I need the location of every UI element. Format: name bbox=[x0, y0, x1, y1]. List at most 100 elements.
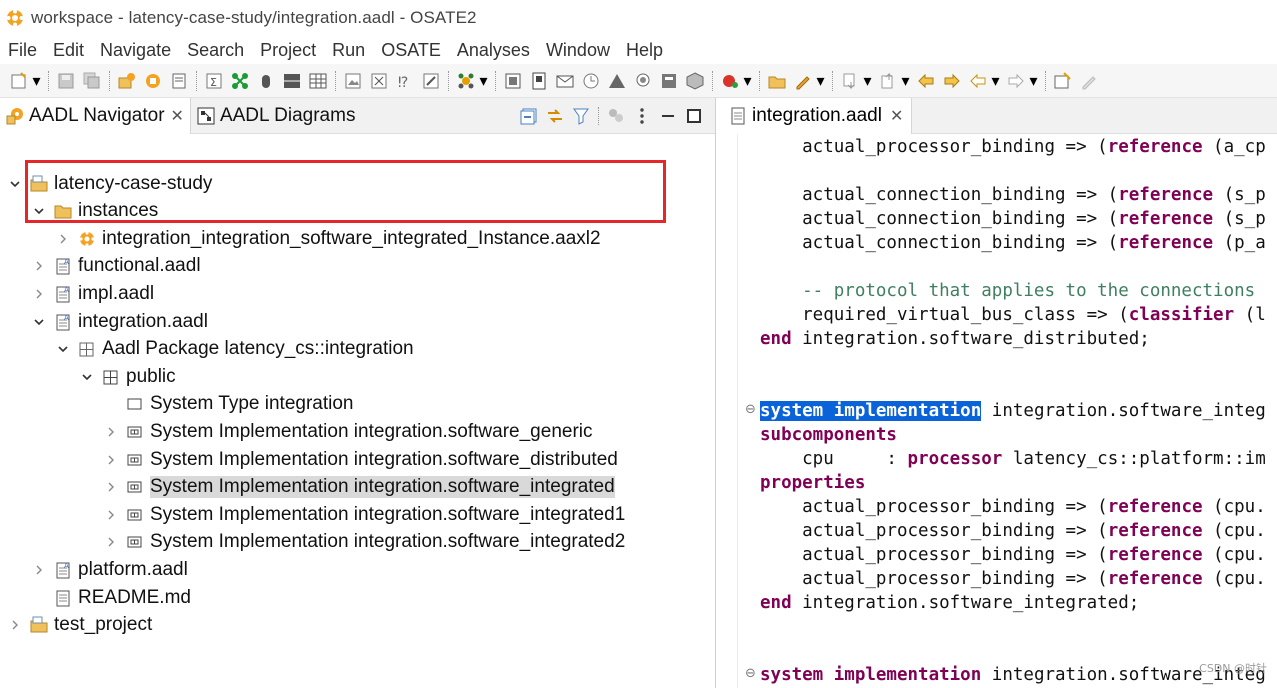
menu-run[interactable]: Run bbox=[324, 36, 373, 64]
menu-edit[interactable]: Edit bbox=[45, 36, 92, 64]
minimize-icon[interactable] bbox=[658, 106, 678, 126]
save-icon[interactable] bbox=[56, 71, 76, 91]
tab-aadl-navigator[interactable]: AADL Navigator ✕ bbox=[0, 97, 191, 134]
cylinder-icon[interactable] bbox=[256, 71, 276, 91]
pen-icon[interactable] bbox=[793, 71, 813, 91]
tree-item[interactable]: public bbox=[80, 363, 176, 390]
next-annotation-dropdown-icon[interactable]: ▾ bbox=[863, 71, 872, 91]
chevron-right-icon[interactable] bbox=[104, 453, 118, 467]
open-folder-icon[interactable] bbox=[767, 71, 787, 91]
cube-icon[interactable] bbox=[685, 71, 705, 91]
back-icon[interactable] bbox=[968, 71, 988, 91]
back-dropdown-icon[interactable]: ▾ bbox=[991, 71, 1000, 91]
chevron-right-icon[interactable] bbox=[32, 563, 46, 577]
menu-help[interactable]: Help bbox=[618, 36, 671, 64]
chevron-down-icon[interactable] bbox=[8, 177, 22, 191]
tree-item[interactable]: System Implementation integration.softwa… bbox=[104, 501, 625, 528]
menu-window[interactable]: Window bbox=[538, 36, 618, 64]
last-edit-forward-icon[interactable] bbox=[942, 71, 962, 91]
save-all-icon[interactable] bbox=[82, 71, 102, 91]
menu-navigate[interactable]: Navigate bbox=[92, 36, 179, 64]
group-icon[interactable] bbox=[606, 106, 626, 126]
tree-item[interactable]: integration_integration_software_integra… bbox=[56, 225, 601, 252]
document-icon[interactable] bbox=[529, 71, 549, 91]
menu-file[interactable]: File bbox=[0, 36, 45, 64]
new-dropdown-icon[interactable]: ▾ bbox=[32, 71, 41, 91]
new-aadl-project-icon[interactable] bbox=[117, 71, 137, 91]
last-edit-icon[interactable] bbox=[916, 71, 936, 91]
fold-toggle-icon[interactable]: ⊖ bbox=[745, 667, 757, 680]
close-icon[interactable]: ✕ bbox=[171, 106, 184, 126]
clock-icon[interactable] bbox=[581, 71, 601, 91]
code-editor[interactable]: actual_processor_binding => (reference (… bbox=[738, 134, 1277, 688]
chevron-right-icon[interactable] bbox=[56, 232, 70, 246]
new-file-icon[interactable] bbox=[169, 71, 189, 91]
filter-icon[interactable] bbox=[571, 106, 591, 126]
chevron-right-icon[interactable] bbox=[104, 425, 118, 439]
tree-item[interactable]: test_project bbox=[8, 612, 152, 639]
frame-icon[interactable] bbox=[503, 71, 523, 91]
run-icon[interactable] bbox=[720, 71, 740, 91]
menu-search[interactable]: Search bbox=[179, 36, 252, 64]
report-icon[interactable] bbox=[659, 71, 679, 91]
next-annotation-icon[interactable] bbox=[840, 71, 860, 91]
chevron-right-icon[interactable] bbox=[32, 287, 46, 301]
tree-item[interactable]: Afunctional.aadl bbox=[32, 253, 201, 280]
forward-dropdown-icon[interactable]: ▾ bbox=[1029, 71, 1038, 91]
collapse-all-icon[interactable] bbox=[519, 106, 539, 126]
tree-item[interactable]: System Implementation integration.softwa… bbox=[104, 529, 625, 556]
mail-icon[interactable] bbox=[555, 71, 575, 91]
tree-item[interactable]: Aimpl.aadl bbox=[32, 280, 154, 307]
prev-annotation-dropdown-icon[interactable]: ▾ bbox=[901, 71, 910, 91]
maximize-icon[interactable] bbox=[684, 106, 704, 126]
tree-item[interactable]: Aadl Package latency_cs::integration bbox=[56, 336, 414, 363]
chevron-right-icon[interactable] bbox=[8, 618, 22, 632]
image-icon[interactable] bbox=[343, 71, 363, 91]
edit-icon[interactable] bbox=[421, 71, 441, 91]
tree-item[interactable]: Aplatform.aadl bbox=[32, 556, 188, 583]
code-token: system implementation bbox=[760, 665, 982, 685]
tab-integration-aadl[interactable]: integration.aadl ✕ bbox=[722, 97, 913, 134]
chevron-right-icon[interactable] bbox=[104, 535, 118, 549]
badge-icon[interactable] bbox=[633, 71, 653, 91]
menu-analyses[interactable]: Analyses bbox=[449, 36, 538, 64]
tab-aadl-diagrams[interactable]: AADL Diagrams bbox=[191, 98, 362, 134]
chevron-down-icon[interactable] bbox=[32, 315, 46, 329]
graph-icon[interactable] bbox=[230, 71, 250, 91]
instantiate-icon[interactable]: Σ bbox=[204, 71, 224, 91]
tree-item[interactable]: README.md bbox=[32, 584, 191, 611]
pen-disabled-icon[interactable] bbox=[1079, 71, 1099, 91]
chevron-down-icon[interactable] bbox=[56, 342, 70, 356]
forward-icon[interactable] bbox=[1006, 71, 1026, 91]
new-icon[interactable] bbox=[9, 71, 29, 91]
menu-project[interactable]: Project bbox=[252, 36, 324, 64]
chevron-right-icon[interactable] bbox=[32, 259, 46, 273]
prev-annotation-icon[interactable] bbox=[878, 71, 898, 91]
pin-editor-icon[interactable] bbox=[1053, 71, 1073, 91]
chevron-right-icon[interactable] bbox=[104, 480, 118, 494]
view-menu-icon[interactable] bbox=[632, 106, 652, 126]
aadl-file-icon: A bbox=[54, 257, 72, 275]
link-with-editor-icon[interactable] bbox=[545, 106, 565, 126]
tree-item[interactable]: System Implementation integration.softwa… bbox=[104, 446, 618, 473]
fold-toggle-icon[interactable]: ⊖ bbox=[745, 403, 757, 416]
tree-item[interactable]: System Type integration bbox=[104, 391, 353, 418]
close-icon[interactable]: ✕ bbox=[890, 106, 903, 126]
pen-dropdown-icon[interactable]: ▾ bbox=[816, 71, 825, 91]
tree-item[interactable]: System Implementation integration.softwa… bbox=[104, 474, 615, 501]
check-icon[interactable]: ⁉ bbox=[395, 71, 415, 91]
highlight-annotation bbox=[25, 160, 666, 223]
analysis-icon[interactable] bbox=[456, 71, 476, 91]
tree-item[interactable]: System Implementation integration.softwa… bbox=[104, 418, 593, 445]
chevron-right-icon[interactable] bbox=[104, 508, 118, 522]
analysis-dropdown-icon[interactable]: ▾ bbox=[479, 71, 488, 91]
run-dropdown-icon[interactable]: ▾ bbox=[743, 71, 752, 91]
merge-icon[interactable] bbox=[369, 71, 389, 91]
menu-osate[interactable]: OSATE bbox=[373, 36, 449, 64]
table-icon[interactable] bbox=[308, 71, 328, 91]
layout-icon[interactable] bbox=[282, 71, 302, 91]
tree-item[interactable]: Aintegration.aadl bbox=[32, 308, 208, 335]
new-aadl-package-icon[interactable] bbox=[143, 71, 163, 91]
triangle-icon[interactable] bbox=[607, 71, 627, 91]
chevron-down-icon[interactable] bbox=[80, 370, 94, 384]
